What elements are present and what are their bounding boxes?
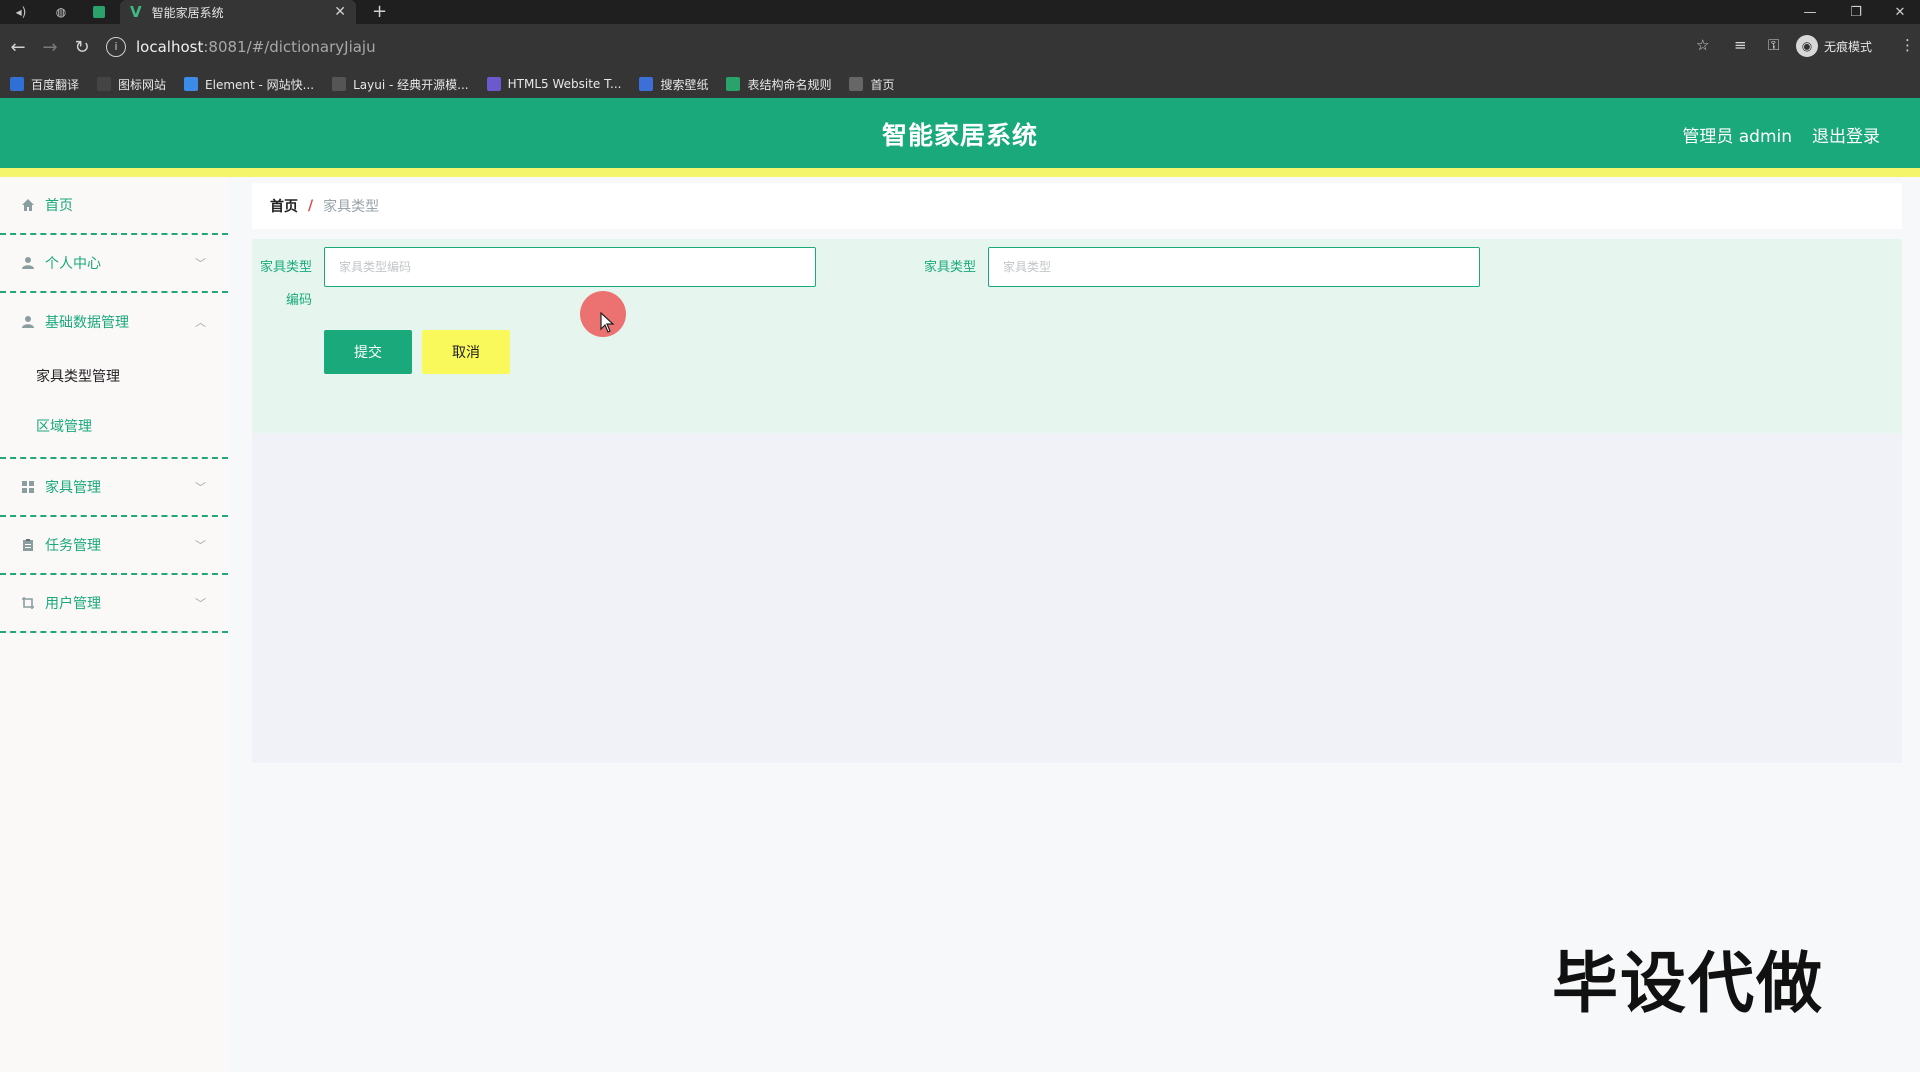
sidebar-subitem-furniture-type[interactable]: 家具类型管理 xyxy=(0,351,228,401)
bookmark-item[interactable]: HTML5 Website T... xyxy=(486,77,622,91)
code-label-line2: 编码 xyxy=(285,293,312,308)
content-background-panel xyxy=(252,433,1902,763)
bookmark-item[interactable]: Element - 网站快... xyxy=(184,76,314,93)
chevron-down-icon: ﹀ xyxy=(195,539,206,552)
bookmark-star-icon[interactable]: ☆ xyxy=(1696,36,1709,54)
tab-title: 智能家居系统 xyxy=(151,5,224,20)
url-host: localhost xyxy=(136,38,204,56)
bookmark-label: Layui - 经典开源模... xyxy=(353,77,469,92)
bookmark-item[interactable]: 图标网站 xyxy=(97,76,166,93)
bookmark-item[interactable]: 搜索壁纸 xyxy=(639,76,708,93)
chevron-down-icon: ﹀ xyxy=(195,481,206,494)
sidebar-label-home: 首页 xyxy=(45,198,73,214)
pinned-tab-icon[interactable] xyxy=(86,0,112,24)
sidebar-subitem-area[interactable]: 区域管理 xyxy=(0,401,228,451)
url-field[interactable]: i localhost :8081/#/dictionaryJiaju xyxy=(106,32,1706,62)
bookmark-favicon-icon xyxy=(97,77,112,91)
chevron-down-icon: ﹀ xyxy=(195,257,206,270)
sidebar-label-furniture: 家具管理 xyxy=(45,480,101,496)
bookmarks-bar: 百度翻译 图标网站 Element - 网站快... Layui - 经典开源模...… xyxy=(0,70,1920,98)
bookmark-favicon-icon xyxy=(184,77,199,91)
mouse-pointer-icon xyxy=(600,312,615,333)
new-tab-icon[interactable]: + xyxy=(372,0,387,24)
bookmark-favicon-icon xyxy=(639,77,654,91)
breadcrumb-current: 家具类型 xyxy=(323,199,380,215)
incognito-label: 无痕模式 xyxy=(1824,39,1873,54)
globe-icon[interactable]: ◍ xyxy=(48,0,74,24)
sidebar-item-home[interactable]: 首页 xyxy=(0,177,228,235)
sidebar-group-basic-data: 基础数据管理 ︿ 家具类型管理 区域管理 xyxy=(0,293,228,459)
sidebar-item-basic-data[interactable]: 基础数据管理 ︿ xyxy=(0,293,228,351)
bookmark-favicon-icon xyxy=(332,77,347,91)
bookmark-label: 表结构命名规则 xyxy=(747,77,832,92)
bookmark-label: 首页 xyxy=(870,77,895,92)
crop-icon xyxy=(20,595,36,611)
reading-list-icon[interactable]: ≡ xyxy=(1734,36,1747,54)
bookmark-item[interactable]: Layui - 经典开源模... xyxy=(332,76,469,93)
user-icon xyxy=(20,314,36,330)
active-tab[interactable]: V 智能家居系统 ✕ xyxy=(120,0,356,24)
user-icon xyxy=(20,255,36,271)
bookmark-item[interactable]: 表结构命名规则 xyxy=(726,76,831,93)
close-tab-icon[interactable]: ✕ xyxy=(334,4,346,20)
sidebar-item-personal[interactable]: 个人中心 ﹀ xyxy=(0,235,228,293)
sidebar-label-users: 用户管理 xyxy=(45,596,101,612)
bookmark-label: 百度翻译 xyxy=(31,77,80,92)
site-info-icon[interactable]: i xyxy=(106,37,126,57)
forward-icon[interactable]: → xyxy=(37,34,63,60)
submit-button[interactable]: 提交 xyxy=(324,330,412,374)
reload-icon[interactable]: ↻ xyxy=(69,34,95,60)
sidebar-item-users[interactable]: 用户管理 ﹀ xyxy=(0,575,228,633)
incognito-icon: ◉ xyxy=(1796,35,1818,57)
close-window-icon[interactable]: ✕ xyxy=(1880,0,1920,24)
bookmark-label: 搜索壁纸 xyxy=(660,77,709,92)
sidebar: 首页 个人中心 ﹀ 基础数据管理 ︿ 家具类型管理 区域管理 家具管理 ﹀ 任务… xyxy=(0,177,228,1072)
clipboard-icon xyxy=(20,537,36,553)
home-icon xyxy=(20,197,36,213)
logout-link[interactable]: 退出登录 xyxy=(1812,122,1880,147)
bookmark-item[interactable]: 首页 xyxy=(849,76,895,93)
app-title: 智能家居系统 xyxy=(881,121,1038,150)
key-icon[interactable]: ⚿ xyxy=(1768,36,1779,54)
restore-icon[interactable]: ❐ xyxy=(1836,0,1876,24)
bookmark-label: 图标网站 xyxy=(118,77,167,92)
bookmark-item[interactable]: 百度翻译 xyxy=(10,76,79,93)
sidebar-label-tasks: 任务管理 xyxy=(45,538,101,554)
bookmark-favicon-icon xyxy=(726,77,741,91)
bookmark-favicon-icon xyxy=(486,77,501,91)
address-bar: ← → ↻ i localhost :8081/#/dictionaryJiaj… xyxy=(0,24,1920,70)
furniture-type-input[interactable] xyxy=(988,247,1480,287)
incognito-badge[interactable]: ◉ 无痕模式 xyxy=(1796,35,1872,57)
browser-menu-icon[interactable]: ⋮ xyxy=(1900,36,1915,54)
grid-icon xyxy=(20,479,36,495)
chevron-up-icon: ︿ xyxy=(195,316,206,329)
bookmark-favicon-icon xyxy=(849,77,864,91)
admin-label: 管理员 admin xyxy=(1682,127,1792,147)
sidebar-label-basic-data: 基础数据管理 xyxy=(45,315,129,331)
type-label: 家具类型 xyxy=(923,260,976,275)
back-icon[interactable]: ← xyxy=(5,34,31,60)
app-header: 智能家居系统 管理员 admin 退出登录 xyxy=(0,98,1920,168)
url-path: :8081/#/dictionaryJiaju xyxy=(203,38,376,56)
breadcrumb: 首页 / 家具类型 xyxy=(252,183,1902,229)
minimize-icon[interactable]: — xyxy=(1790,0,1830,24)
sidebar-item-furniture[interactable]: 家具管理 ﹀ xyxy=(0,459,228,517)
code-label: 家具类型 xyxy=(259,260,312,275)
watermark-text: 毕设代做 xyxy=(1552,945,1824,1022)
furniture-type-code-input[interactable] xyxy=(324,247,816,287)
edit-form: 家具类型 编码 家具类型 提交 取消 xyxy=(252,239,1902,433)
sidebar-label-personal: 个人中心 xyxy=(45,256,101,272)
speaker-icon[interactable]: ◂) xyxy=(8,0,34,24)
browser-tab-strip: ◂) ◍ V 智能家居系统 ✕ + — ❐ ✕ xyxy=(0,0,1920,24)
breadcrumb-separator: / xyxy=(308,198,314,214)
bookmark-label: HTML5 Website T... xyxy=(507,77,622,91)
vue-logo-icon: V xyxy=(130,3,142,21)
bookmark-favicon-icon xyxy=(10,77,24,91)
breadcrumb-home[interactable]: 首页 xyxy=(270,196,298,216)
bookmark-label: Element - 网站快... xyxy=(205,77,315,92)
header-accent-bar xyxy=(0,168,1920,177)
cancel-button[interactable]: 取消 xyxy=(422,330,510,374)
sidebar-item-tasks[interactable]: 任务管理 ﹀ xyxy=(0,517,228,575)
chevron-down-icon: ﹀ xyxy=(195,597,206,610)
